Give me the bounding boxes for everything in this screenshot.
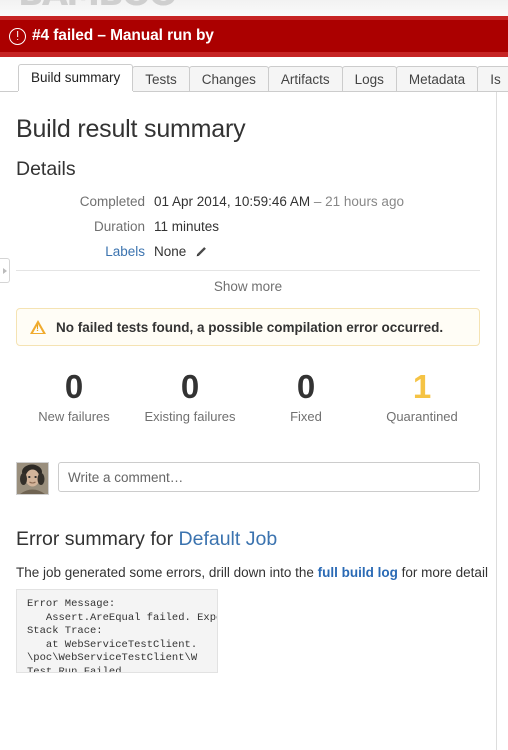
tab-build-summary[interactable]: Build summary	[18, 64, 134, 91]
detail-value-labels: None	[154, 243, 207, 260]
error-summary-title: Error summary for Default Job	[16, 528, 480, 551]
detail-row-duration: Duration 11 minutes	[16, 218, 480, 235]
detail-row-labels: Labels None	[16, 243, 480, 260]
tab-artifacts[interactable]: Artifacts	[267, 66, 343, 91]
completed-relative-time: – 21 hours ago	[313, 194, 404, 209]
stat-quarantined-value: 1	[412, 368, 432, 405]
warning-triangle-icon	[30, 320, 46, 334]
compilation-warning-text: No failed tests found, a possible compil…	[56, 319, 444, 335]
stat-new-failures-value: 0	[64, 368, 84, 405]
show-more-button[interactable]: Show more	[16, 271, 480, 294]
tab-metadata[interactable]: Metadata	[395, 66, 479, 91]
tab-logs[interactable]: Logs	[341, 66, 397, 91]
build-tabs: Build summary Tests Changes Artifacts Lo…	[0, 62, 508, 92]
completed-timestamp: 01 Apr 2014, 10:59:46 AM	[154, 194, 311, 209]
detail-row-completed: Completed 01 Apr 2014, 10:59:46 AM – 21 …	[16, 193, 480, 210]
stat-existing-failures: 0 Existing failures	[132, 368, 248, 424]
detail-value-duration: 11 minutes	[154, 219, 220, 234]
details-heading: Details	[16, 158, 76, 180]
stat-fixed-label: Fixed	[290, 409, 322, 424]
stat-existing-failures-label: Existing failures	[144, 409, 236, 424]
avatar	[16, 462, 49, 495]
compilation-warning-box: No failed tests found, a possible compil…	[16, 308, 480, 346]
error-summary-title-prefix: Error summary for	[16, 528, 179, 550]
error-desc-after: for more detail	[397, 565, 488, 580]
labels-value-text: None	[154, 244, 187, 259]
detail-label-labels[interactable]: Labels	[16, 243, 154, 260]
stat-fixed-value: 0	[296, 368, 316, 405]
tab-issues[interactable]: Is	[477, 66, 508, 91]
error-desc-before: The job generated some errors, drill dow…	[16, 565, 318, 580]
stat-fixed: 0 Fixed	[248, 368, 364, 424]
build-failed-banner: #4 failed – Manual run by	[0, 16, 508, 57]
stat-quarantined-label: Quarantined	[386, 409, 458, 424]
build-summary-content: Build result summary Details Completed 0…	[0, 92, 497, 750]
comment-composer	[16, 462, 480, 495]
error-log-output: Error Message: Assert.AreEqual failed. E…	[16, 589, 218, 673]
stat-quarantined: 1 Quarantined	[364, 368, 480, 424]
header-sliver: BAMBOO	[0, 0, 508, 16]
chevron-right-icon	[2, 267, 7, 274]
build-failed-banner-text: #4 failed – Manual run by	[32, 27, 214, 44]
tab-changes[interactable]: Changes	[188, 66, 269, 91]
details-list: Completed 01 Apr 2014, 10:59:46 AM – 21 …	[16, 193, 480, 260]
comment-input[interactable]	[58, 462, 480, 492]
detail-value-completed: 01 Apr 2014, 10:59:46 AM – 21 hours ago	[154, 193, 404, 210]
detail-label-duration: Duration	[93, 219, 145, 234]
tab-tests[interactable]: Tests	[132, 66, 190, 91]
pencil-icon[interactable]	[195, 245, 207, 257]
full-build-log-link[interactable]: full build log	[318, 565, 398, 580]
detail-label-completed: Completed	[79, 194, 145, 209]
stat-existing-failures-value: 0	[180, 368, 200, 405]
site-logo: BAMBOO	[18, 0, 178, 14]
page-title: Build result summary	[16, 115, 246, 143]
error-circle-icon	[9, 27, 26, 45]
default-job-link[interactable]: Default Job	[179, 528, 278, 550]
error-summary-description: The job generated some errors, drill dow…	[16, 565, 488, 580]
test-stats: 0 New failures 0 Existing failures 0 Fix…	[16, 368, 480, 424]
stat-new-failures-label: New failures	[38, 409, 110, 424]
stat-new-failures: 0 New failures	[16, 368, 132, 424]
sidebar-collapse-handle[interactable]	[0, 258, 10, 283]
